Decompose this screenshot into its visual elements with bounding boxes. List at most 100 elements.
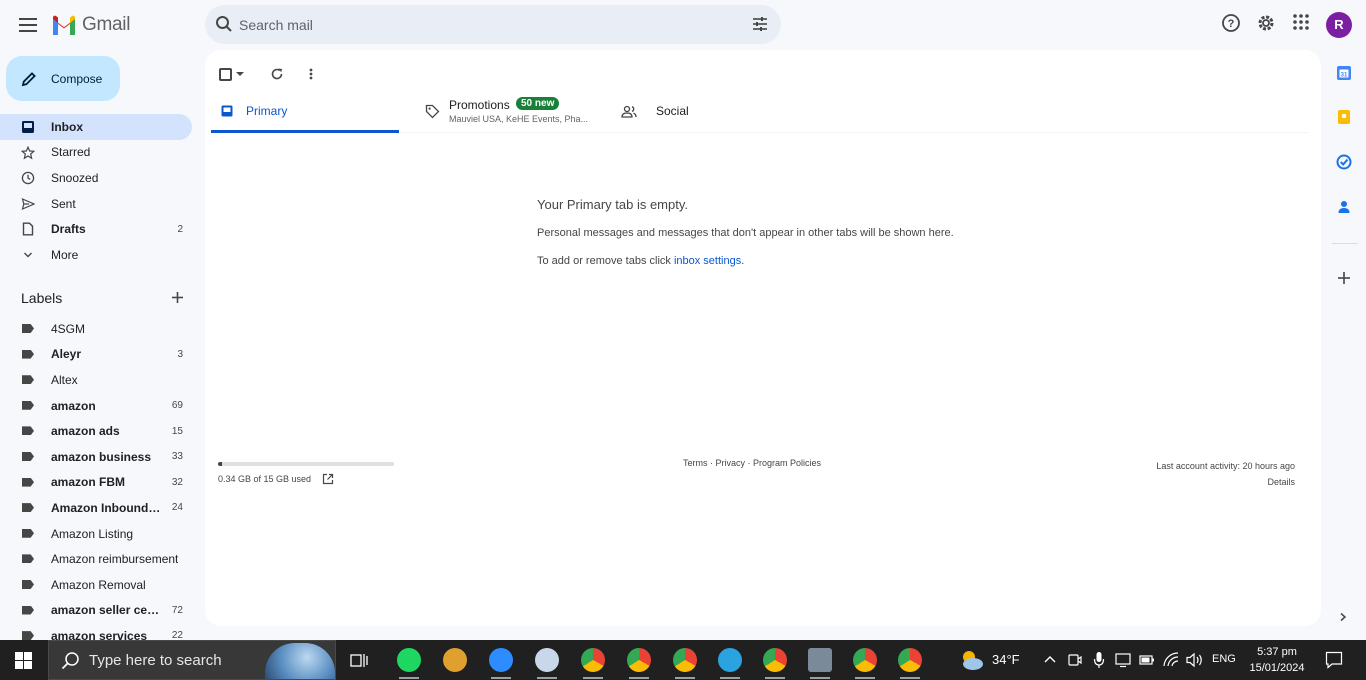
terms-link[interactable]: Terms: [683, 458, 708, 468]
screen-share-tray-icon[interactable]: [1115, 652, 1131, 668]
label-item-amazon-fbm[interactable]: amazon FBM 32: [0, 470, 192, 496]
svg-text:31: 31: [1341, 73, 1348, 79]
paint-app-icon[interactable]: [535, 648, 559, 679]
chrome-profile-icon[interactable]: [853, 648, 877, 679]
label-item-amazon-inbound[interactable]: Amazon Inbound ... 24: [0, 495, 192, 521]
label-item-amazon-reimbursement[interactable]: Amazon reimbursement: [0, 546, 192, 572]
empty-hint: To add or remove tabs click inbox settin…: [537, 255, 744, 267]
notifications-icon[interactable]: [1325, 651, 1343, 669]
search-input[interactable]: [239, 14, 739, 36]
refresh-icon[interactable]: [270, 67, 284, 81]
taskbar-search-icon: [61, 652, 79, 670]
label-item-amazon-removal[interactable]: Amazon Removal: [0, 572, 192, 598]
account-avatar[interactable]: R: [1326, 12, 1352, 38]
volume-tray-icon[interactable]: [1186, 652, 1204, 668]
nav-label: Snoozed: [51, 170, 99, 185]
tab-label: Social: [656, 104, 689, 118]
taskbar-search-box[interactable]: Type here to search: [48, 640, 336, 680]
label-tag-icon: [22, 451, 34, 461]
nav-item-more[interactable]: More: [0, 242, 192, 268]
label-item-altex[interactable]: Altex: [0, 367, 192, 393]
label-item-amazon-listing[interactable]: Amazon Listing: [0, 521, 192, 547]
search-options-icon[interactable]: [751, 15, 769, 33]
label-name: Amazon Removal: [51, 577, 146, 592]
chrome-profile-icon[interactable]: [627, 648, 651, 679]
account-activity: Last account activity: 20 hours ago Deta…: [1156, 458, 1295, 490]
label-tag-icon: [22, 324, 34, 333]
wifi-tray-icon[interactable]: [1163, 652, 1179, 667]
details-link[interactable]: Details: [1156, 474, 1295, 490]
nav-item-inbox[interactable]: Inbox: [0, 114, 192, 140]
zoom-app-icon[interactable]: [489, 648, 513, 679]
label-name: amazon: [51, 398, 96, 413]
open-in-new-icon[interactable]: [322, 473, 334, 485]
tab-primary[interactable]: Primary: [211, 94, 399, 133]
add-addon-plus-icon[interactable]: [1336, 270, 1352, 286]
camera-tray-icon[interactable]: [1068, 652, 1082, 668]
main-menu-button[interactable]: [16, 13, 40, 37]
label-tag-icon: [22, 554, 34, 564]
label-tag-icon: [22, 605, 34, 615]
tab-social[interactable]: Social: [621, 94, 801, 133]
program-policies-link[interactable]: Program Policies: [753, 458, 821, 468]
label-item-amazon-seller-central[interactable]: amazon seller cen... 72: [0, 598, 192, 624]
label-tag-icon: [22, 528, 34, 538]
nav-label: Drafts: [51, 222, 86, 237]
chrome-profile-icon[interactable]: [581, 648, 605, 679]
windows-start-icon[interactable]: [15, 652, 32, 669]
task-view-icon[interactable]: [350, 652, 368, 669]
search-bar[interactable]: [205, 5, 781, 44]
keep-icon[interactable]: [1336, 109, 1352, 125]
apps-grid-icon[interactable]: [1292, 13, 1310, 31]
more-vertical-icon[interactable]: [308, 67, 314, 81]
battery-tray-icon[interactable]: [1139, 653, 1155, 667]
last-activity-text: Last account activity: 20 hours ago: [1156, 461, 1295, 471]
input-language-indicator[interactable]: ENG: [1212, 653, 1236, 665]
chrome-active-profile-icon[interactable]: [898, 648, 922, 679]
label-item-amazon-ads[interactable]: amazon ads 15: [0, 418, 192, 444]
search-icon[interactable]: [215, 15, 233, 33]
nav-item-drafts[interactable]: Drafts 2: [0, 216, 192, 242]
weather-cloudy-icon[interactable]: [958, 648, 986, 672]
mascot-app-icon[interactable]: [443, 648, 467, 672]
telegram-app-icon[interactable]: [718, 648, 742, 679]
chrome-profile-icon[interactable]: [673, 648, 697, 679]
inbox-panel: Primary Promotions 50 new Mauviel USA, K…: [205, 50, 1321, 626]
select-options-caret-icon[interactable]: [236, 72, 244, 76]
taskbar-clock[interactable]: 5:37 pm 15/01/2024: [1246, 644, 1308, 676]
chevron-right-icon[interactable]: [1338, 612, 1348, 622]
label-name: amazon business: [51, 449, 152, 464]
show-hidden-icons-chevron-icon[interactable]: [1044, 654, 1056, 664]
label-item-amazon[interactable]: amazon 69: [0, 393, 192, 419]
compose-button[interactable]: Compose: [6, 56, 120, 101]
calendar-icon[interactable]: 31: [1336, 65, 1352, 81]
weather-temperature[interactable]: 34°F: [992, 652, 1020, 667]
nav-item-sent[interactable]: Sent: [0, 191, 192, 217]
add-label-plus-icon[interactable]: [170, 290, 185, 305]
tasks-icon[interactable]: [1336, 154, 1352, 170]
tab-label: Primary: [246, 104, 288, 118]
inbox-settings-link[interactable]: inbox settings: [674, 255, 741, 267]
label-item-4sgm[interactable]: 4SGM: [0, 316, 192, 342]
nav-label: More: [51, 247, 79, 262]
svg-text:?: ?: [1228, 18, 1235, 30]
label-count: 72: [171, 604, 183, 616]
nav-item-snoozed[interactable]: Snoozed: [0, 165, 192, 191]
labels-list: 4SGM Aleyr 3 Altex amazon 69 amazon ads 15 …: [0, 316, 192, 649]
label-item-amazon-business[interactable]: amazon business 33: [0, 444, 192, 470]
microphone-tray-icon[interactable]: [1093, 651, 1105, 669]
contacts-icon[interactable]: [1336, 199, 1352, 215]
empty-description: Personal messages and messages that don'…: [537, 227, 954, 239]
calculator-app-icon[interactable]: [808, 648, 832, 679]
select-all-checkbox[interactable]: [219, 67, 232, 81]
storage-usage-fill: [218, 462, 223, 466]
nav-item-starred[interactable]: Starred: [0, 140, 192, 166]
settings-gear-icon[interactable]: [1256, 13, 1276, 33]
help-icon[interactable]: ?: [1221, 13, 1241, 33]
gmail-logo[interactable]: Gmail: [51, 14, 130, 36]
spotify-app-icon[interactable]: [397, 648, 421, 679]
privacy-link[interactable]: Privacy: [716, 458, 746, 468]
label-count: 32: [171, 476, 183, 488]
label-item-aleyr[interactable]: Aleyr 3: [0, 342, 192, 368]
chrome-profile-icon[interactable]: [763, 648, 787, 679]
